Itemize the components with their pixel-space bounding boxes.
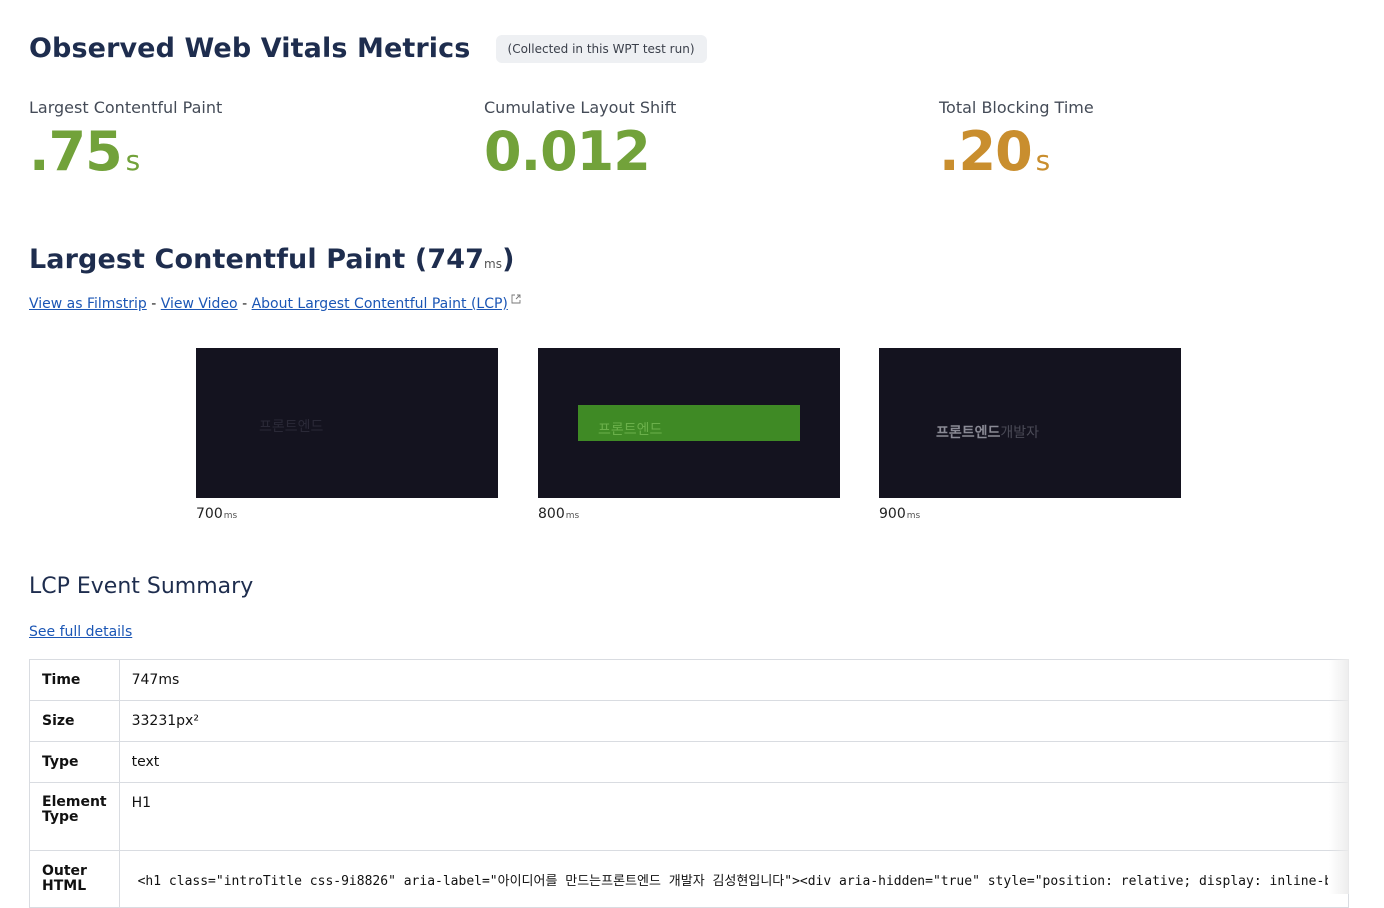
metric-cls-number: 0.012	[484, 120, 651, 183]
outer-html-code[interactable]: <h1 class="introTitle css-9i8826" aria-l…	[132, 870, 1328, 889]
lcp-links: View as Filmstrip - View Video - About L…	[29, 294, 1349, 312]
table-row: Outer HTML <h1 class="introTitle css-9i8…	[29, 850, 1350, 908]
collected-badge: (Collected in this WPT test run)	[495, 34, 707, 63]
lcp-title-close: )	[502, 244, 515, 275]
frame-time: 900ms	[879, 506, 1181, 522]
row-value: 33231px²	[118, 700, 1350, 742]
frame-time-value: 700	[196, 506, 223, 522]
about-lcp-link[interactable]: About Largest Contentful Paint (LCP)	[252, 296, 508, 312]
metric-tbt-number: .20	[939, 120, 1033, 183]
frame-time-unit: ms	[565, 511, 580, 521]
metric-lcp-value: .75 s	[29, 125, 222, 179]
row-key: Element Type	[29, 782, 120, 851]
video-link[interactable]: View Video	[161, 296, 238, 312]
row-value: text	[118, 741, 1350, 783]
lcp-header: Largest Contentful Paint (747ms)	[29, 244, 1349, 275]
metric-tbt-value: .20 s	[939, 125, 1094, 179]
frame-time: 700ms	[196, 506, 498, 522]
external-link-icon	[511, 294, 521, 304]
lcp-title-unit: ms	[484, 257, 503, 271]
table-row: Time 747ms	[29, 659, 1350, 701]
frame-text-light: 개발자	[1000, 425, 1040, 441]
row-key: Size	[29, 700, 120, 742]
metrics-row: Largest Contentful Paint .75 s Cumulative…	[29, 98, 1349, 188]
frame-text-bold: 프론트엔드	[936, 425, 1001, 441]
lcp-title-value: 747	[427, 244, 484, 275]
table-row: Type text	[29, 741, 1350, 783]
frame-time-value: 900	[879, 506, 906, 522]
row-key: Time	[29, 659, 120, 701]
frame-text: 프론트엔드	[598, 422, 663, 438]
lcp-title-text: Largest Contentful Paint (	[29, 244, 428, 275]
vitals-header: Observed Web Vitals Metrics (Collected i…	[29, 33, 1349, 67]
metric-lcp-label: Largest Contentful Paint	[29, 98, 223, 117]
metric-tbt: Total Blocking Time .20 s	[939, 98, 1094, 179]
summary-header: LCP Event Summary	[29, 574, 1349, 599]
frame-time-unit: ms	[223, 511, 238, 521]
row-value: H1	[118, 782, 1350, 851]
metric-lcp-unit: s	[125, 144, 141, 177]
metric-lcp-number: .75	[29, 120, 123, 183]
frame-text: 프론트엔드	[259, 419, 324, 435]
lcp-summary-table: Time 747ms Size 33231px² Type text Eleme…	[29, 659, 1350, 908]
summary-title: LCP Event Summary	[29, 574, 254, 599]
vitals-title: Observed Web Vitals Metrics	[29, 33, 471, 64]
row-value: 747ms	[118, 659, 1350, 701]
filmstrip-frame[interactable]: 프론트엔드 800ms	[538, 348, 840, 522]
link-separator: -	[237, 296, 252, 312]
metric-lcp: Largest Contentful Paint .75 s	[29, 98, 222, 179]
lcp-title: Largest Contentful Paint (747ms)	[29, 244, 1349, 275]
metric-tbt-label: Total Blocking Time	[939, 98, 1094, 117]
frame-time-value: 800	[538, 506, 565, 522]
filmstrip-frame[interactable]: 프론트엔드개발자 900ms	[879, 348, 1181, 522]
summary-links: See full details	[29, 624, 1349, 640]
filmstrip-link[interactable]: View as Filmstrip	[29, 296, 147, 312]
table-scroll-shadow	[1329, 659, 1349, 894]
full-details-link[interactable]: See full details	[29, 624, 132, 640]
frame-screenshot: 프론트엔드	[538, 348, 840, 498]
link-separator: -	[146, 296, 161, 312]
frame-time-unit: ms	[906, 511, 921, 521]
metric-cls-label: Cumulative Layout Shift	[484, 98, 677, 117]
row-key: Outer HTML	[29, 850, 120, 908]
row-key: Type	[29, 741, 120, 783]
filmstrip-frame[interactable]: 프론트엔드 700ms	[196, 348, 498, 522]
frame-screenshot: 프론트엔드	[196, 348, 498, 498]
frame-screenshot: 프론트엔드개발자	[879, 348, 1181, 498]
table-row: Size 33231px²	[29, 700, 1350, 742]
metric-cls-value: 0.012	[484, 125, 676, 179]
metric-cls: Cumulative Layout Shift 0.012	[484, 98, 676, 179]
frame-text: 프론트엔드개발자	[936, 422, 1039, 442]
row-value: <h1 class="introTitle css-9i8826" aria-l…	[118, 850, 1350, 908]
frame-time: 800ms	[538, 506, 840, 522]
table-row: Element Type H1	[29, 782, 1350, 851]
metric-tbt-unit: s	[1035, 144, 1051, 177]
